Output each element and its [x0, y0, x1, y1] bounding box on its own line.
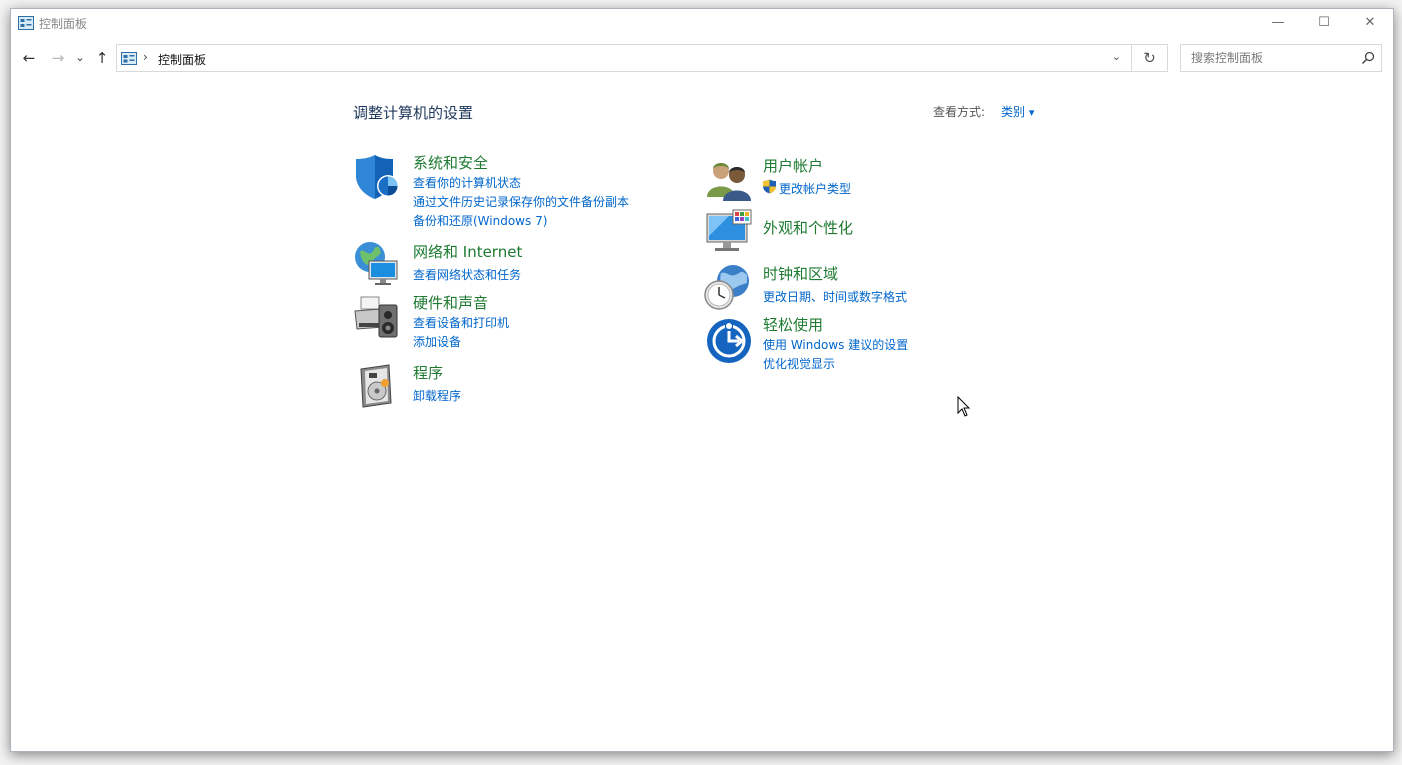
- appearance-personalization-link[interactable]: 外观和个性化: [763, 217, 853, 238]
- backup-restore-link[interactable]: 备份和还原(Windows 7): [413, 212, 547, 229]
- up-button[interactable]: ↑: [92, 48, 112, 68]
- close-button[interactable]: ✕: [1347, 9, 1393, 39]
- user-accounts-link[interactable]: 用户帐户: [763, 155, 823, 176]
- refresh-button[interactable]: ↻: [1132, 44, 1168, 72]
- clock-region-link[interactable]: 时钟和区域: [763, 263, 838, 284]
- network-status-link[interactable]: 查看网络状态和任务: [413, 266, 521, 283]
- network-globe-icon[interactable]: [353, 239, 401, 287]
- programs-disc-icon[interactable]: [355, 361, 403, 409]
- control-panel-window: 控制面板 — ☐ ✕ ← → ⌄ ↑ › 控制面板 ⌄ ↻ 搜索控制面板 调整计…: [10, 8, 1394, 752]
- uac-shield-icon: [763, 179, 776, 194]
- forward-button[interactable]: →: [48, 48, 68, 68]
- monitor-color-icon[interactable]: [705, 208, 753, 256]
- devices-printers-link[interactable]: 查看设备和打印机: [413, 314, 509, 331]
- printer-speaker-icon[interactable]: [353, 293, 401, 341]
- control-panel-icon: [121, 52, 137, 65]
- search-icon[interactable]: [1361, 51, 1375, 65]
- system-security-link[interactable]: 系统和安全: [413, 152, 488, 173]
- uninstall-program-link[interactable]: 卸载程序: [413, 387, 461, 404]
- window-title: 控制面板: [39, 17, 88, 31]
- title-bar: 控制面板 — ☐ ✕: [11, 9, 1393, 39]
- minimize-button[interactable]: —: [1255, 9, 1301, 39]
- recommended-settings-link[interactable]: 使用 Windows 建议的设置: [763, 336, 908, 353]
- mouse-cursor-icon: [957, 396, 971, 417]
- add-device-link[interactable]: 添加设备: [413, 333, 461, 350]
- view-computer-status-link[interactable]: 查看你的计算机状态: [413, 174, 521, 191]
- control-panel-icon: [18, 16, 34, 30]
- change-date-time-format-link[interactable]: 更改日期、时间或数字格式: [763, 288, 907, 305]
- back-button[interactable]: ←: [19, 48, 39, 68]
- ease-of-access-link[interactable]: 轻松使用: [763, 314, 823, 335]
- programs-link[interactable]: 程序: [413, 362, 443, 383]
- search-box[interactable]: [1180, 44, 1382, 72]
- change-account-type-link[interactable]: 更改帐户类型: [779, 180, 851, 197]
- view-by-value[interactable]: 类别: [1001, 105, 1025, 119]
- clock-globe-icon[interactable]: [703, 263, 751, 311]
- view-by-label: 查看方式:: [933, 105, 986, 119]
- breadcrumb-control-panel[interactable]: 控制面板: [158, 51, 206, 68]
- network-internet-link[interactable]: 网络和 Internet: [413, 241, 522, 262]
- users-icon[interactable]: [705, 157, 753, 205]
- ease-of-access-icon[interactable]: [705, 317, 753, 365]
- navigation-bar: ← → ⌄ ↑ › 控制面板 ⌄ ↻: [11, 39, 1393, 79]
- shield-icon[interactable]: [353, 153, 401, 201]
- file-history-link[interactable]: 通过文件历史记录保存你的文件备份副本: [413, 193, 629, 210]
- view-by-dropdown[interactable]: 类别 ▾: [1001, 103, 1034, 120]
- optimize-visual-display-link[interactable]: 优化视觉显示: [763, 355, 835, 372]
- breadcrumb-separator[interactable]: ›: [143, 50, 148, 64]
- search-input[interactable]: [1189, 50, 1353, 66]
- page-title: 调整计算机的设置: [353, 104, 474, 122]
- recent-locations-button[interactable]: ⌄: [73, 48, 87, 68]
- maximize-button[interactable]: ☐: [1301, 9, 1347, 39]
- chevron-down-icon[interactable]: ▾: [1029, 106, 1035, 119]
- address-dropdown-button[interactable]: ⌄: [1112, 50, 1121, 63]
- address-bar[interactable]: › 控制面板 ⌄: [116, 44, 1132, 72]
- hardware-sound-link[interactable]: 硬件和声音: [413, 292, 488, 313]
